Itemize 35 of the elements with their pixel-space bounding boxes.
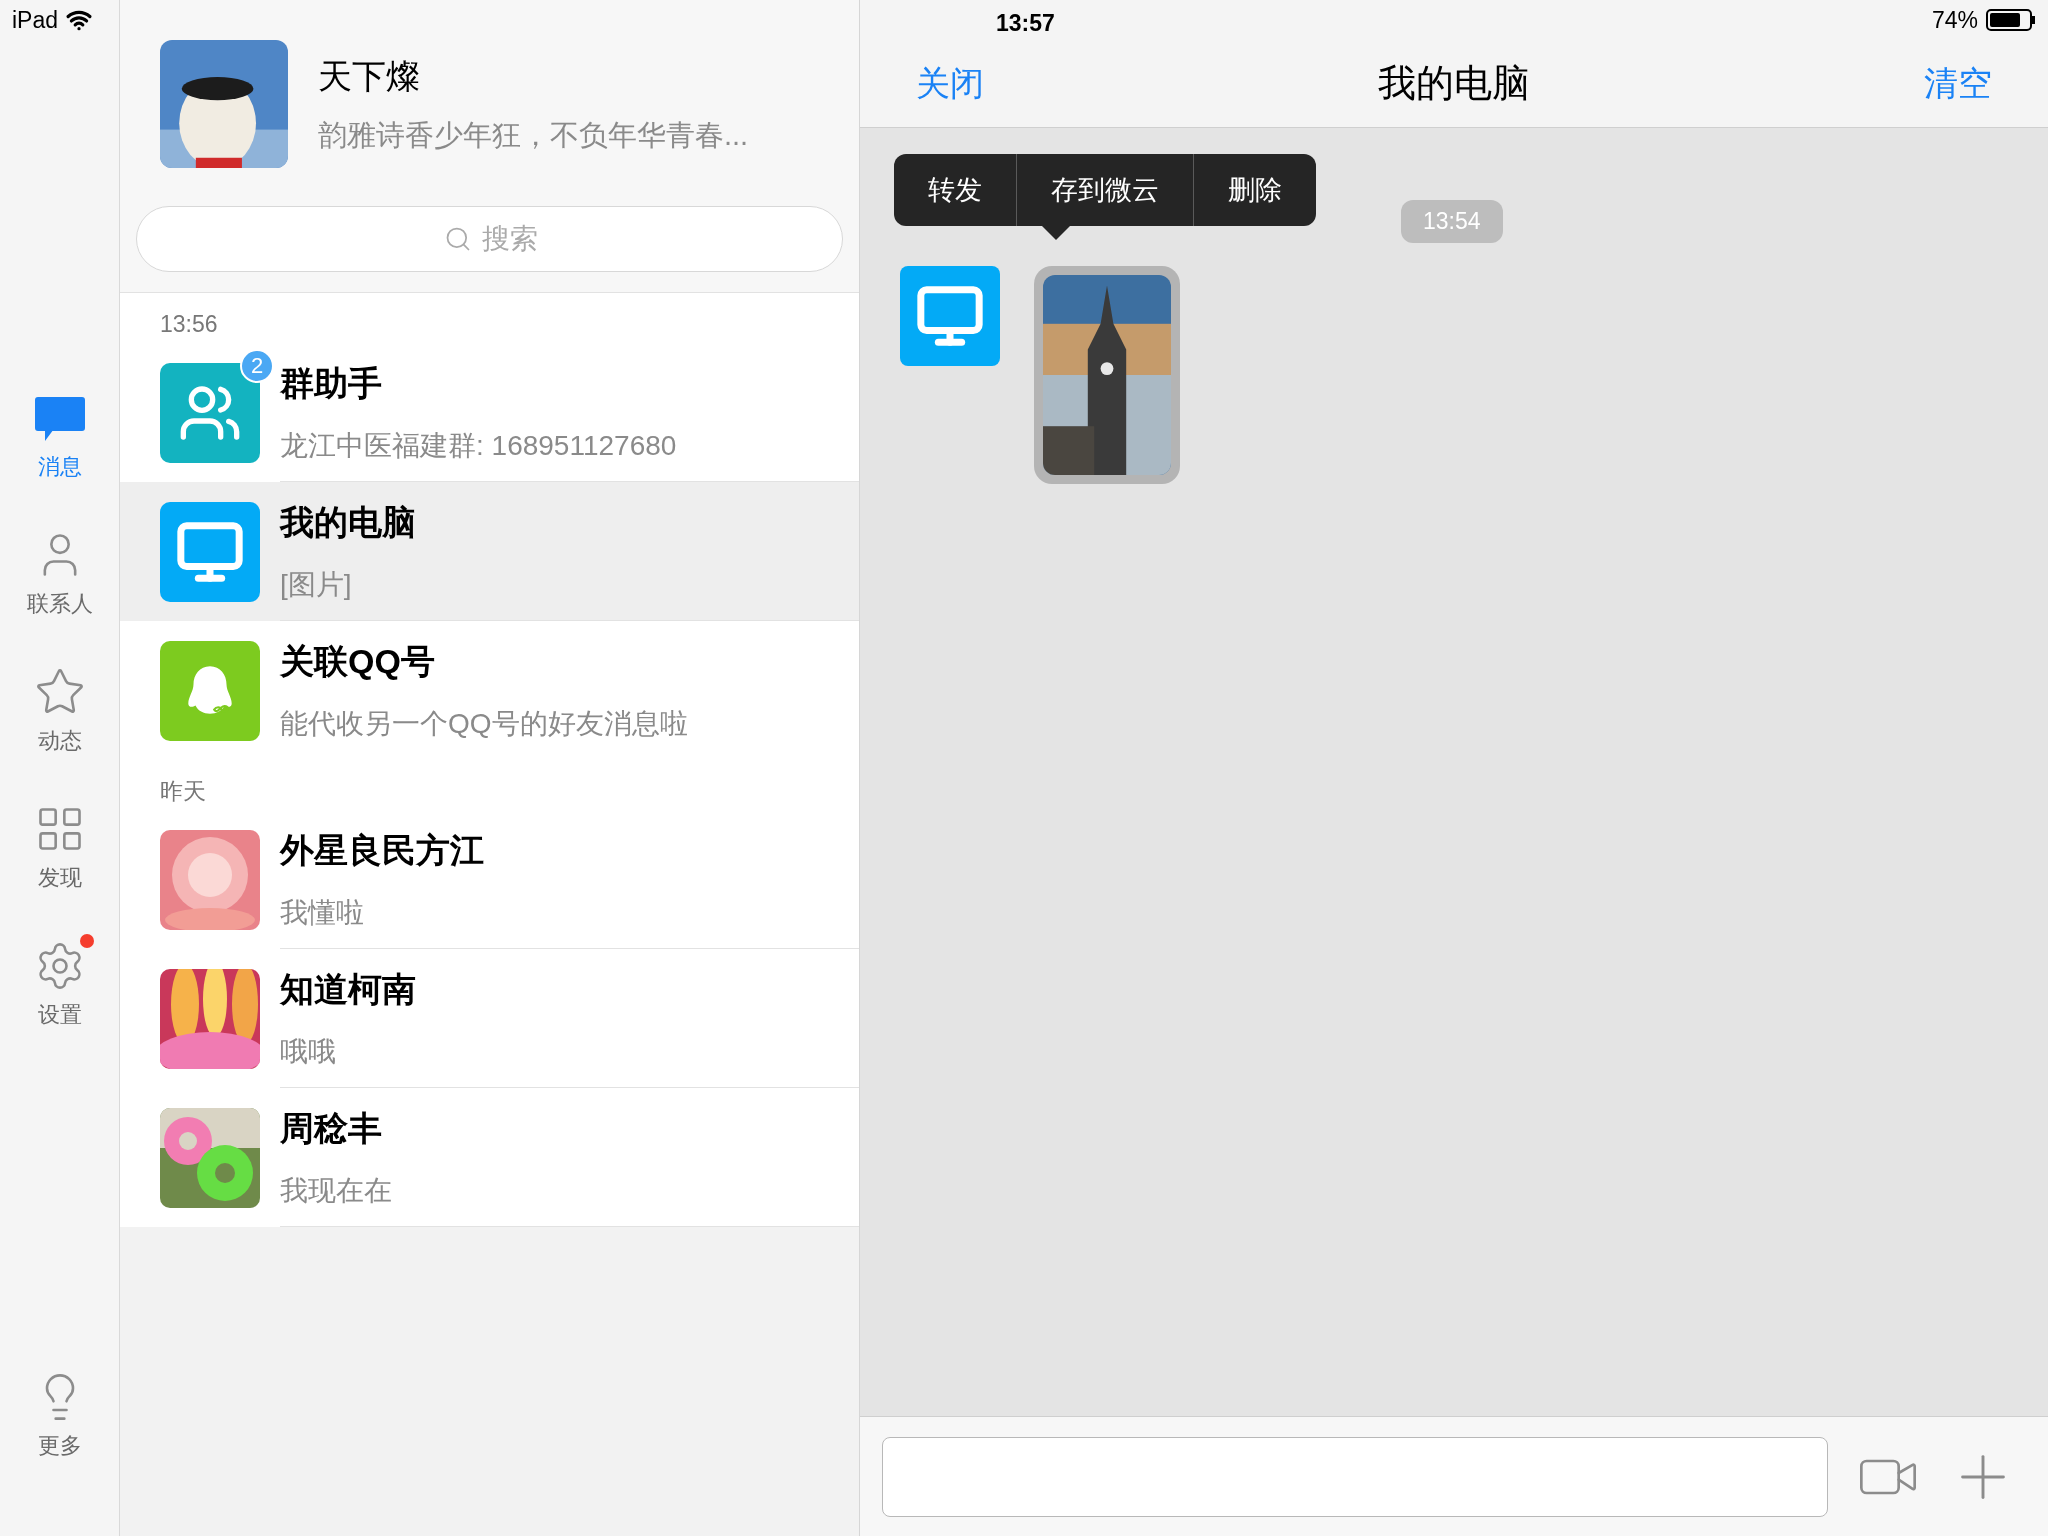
- sidebar-tab[interactable]: 更多: [9, 1367, 110, 1466]
- unread-badge: 2: [240, 348, 274, 383]
- conversation-preview: 龙江中医福建群: 168951127680: [280, 428, 678, 463]
- conversation-preview: [图片]: [280, 567, 353, 602]
- battery-icon: [1986, 9, 2036, 31]
- search-icon: [444, 225, 472, 253]
- image-message[interactable]: [1034, 266, 1180, 484]
- search-field[interactable]: 搜索: [136, 206, 843, 272]
- conversation-row[interactable]: 我的电脑 [图片]: [120, 482, 859, 621]
- conversation-title: 我的电脑: [280, 501, 417, 543]
- menu-item[interactable]: 删除: [1193, 154, 1316, 226]
- profile-name: 天下燦: [318, 55, 421, 97]
- conversation-preview: 能代收另一个QQ号的好友消息啦: [280, 707, 689, 741]
- carrier-label: iPad: [12, 5, 59, 35]
- conversation-preview: 我现在在: [280, 1173, 393, 1208]
- sidebar-tab[interactable]: 设置: [9, 936, 110, 1035]
- conversation-title: 关联QQ号: [280, 641, 436, 682]
- message-input[interactable]: [882, 1436, 1828, 1517]
- conversation-title: 知道柯南: [280, 968, 417, 1010]
- chat-title: 我的电脑: [1378, 61, 1530, 106]
- profile-signature: 韵雅诗香少年狂，不负年华青春...: [318, 117, 749, 153]
- timestamp: 13:54: [1401, 200, 1503, 243]
- conversation-preview: 我懂啦: [280, 895, 365, 930]
- section-heading: 13:56: [160, 309, 218, 339]
- sidebar-tab[interactable]: 发现: [9, 799, 110, 898]
- conversation-title: 群助手: [280, 362, 383, 404]
- conversation-preview: 哦哦: [280, 1034, 337, 1069]
- sidebar-tab[interactable]: 动态: [9, 662, 110, 761]
- sidebar-tab[interactable]: 联系人: [9, 525, 110, 624]
- clock-time: 13:57: [996, 9, 1055, 38]
- conversation-title: 外星良民方江: [280, 829, 485, 871]
- menu-item[interactable]: 转发: [894, 154, 1016, 226]
- conversation-title: 周稔丰: [280, 1107, 383, 1149]
- section-heading: 昨天: [160, 776, 206, 806]
- battery-percent: 74%: [1931, 5, 1978, 35]
